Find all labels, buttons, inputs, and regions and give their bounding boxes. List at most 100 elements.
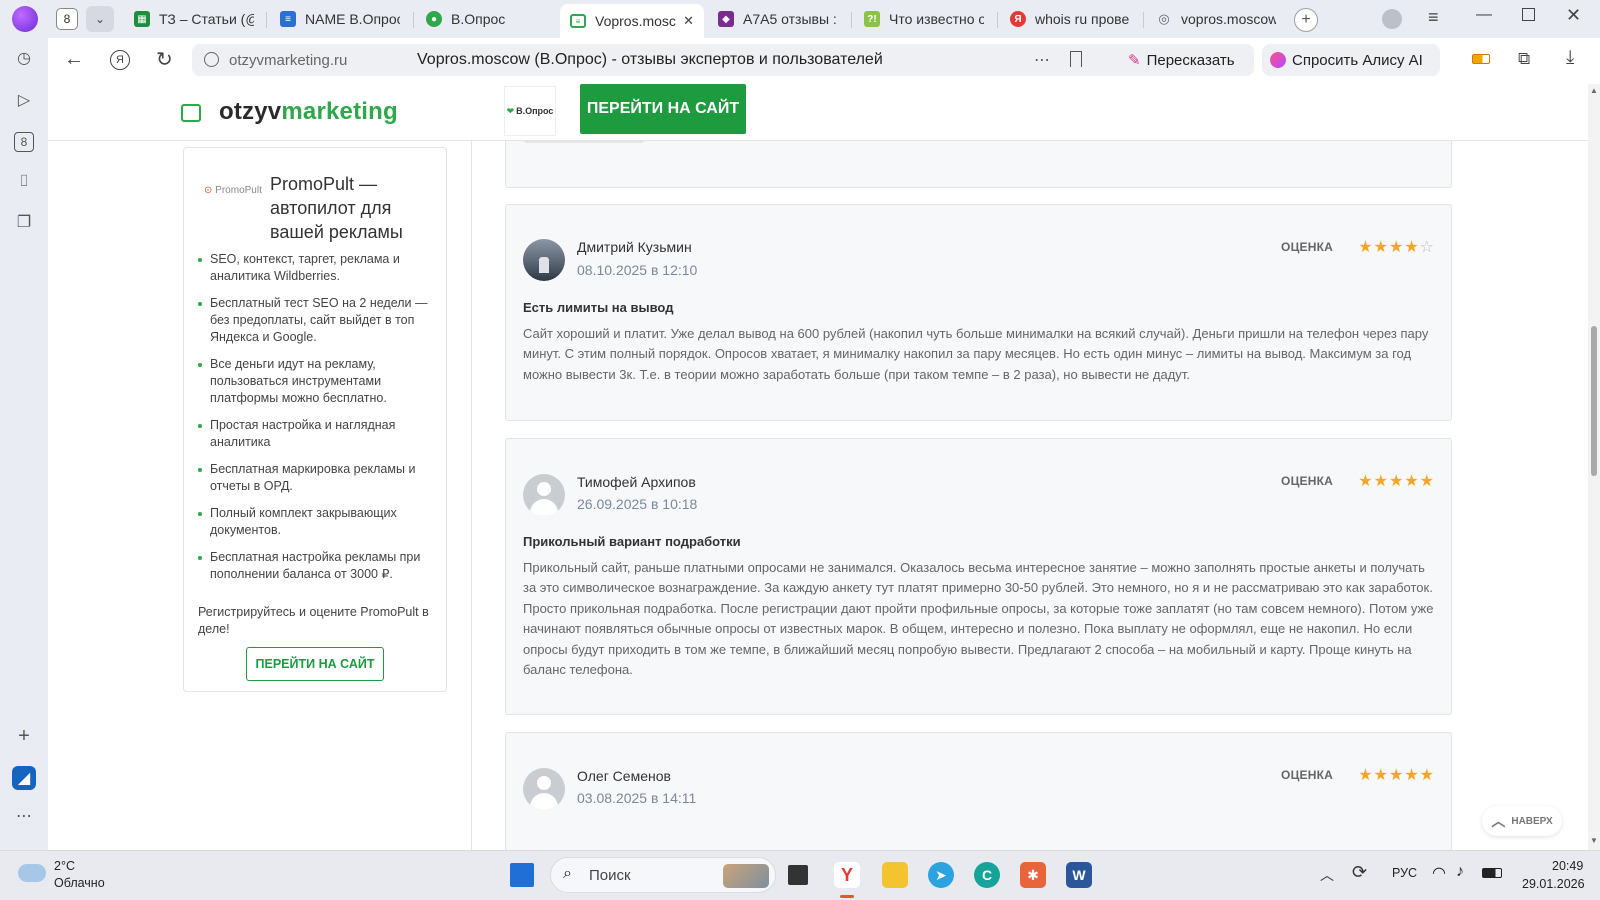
promo-feature: Бесплатная настройка рекламы при пополне…: [198, 549, 438, 583]
review-body: Прикольный сайт, раньше платными опросам…: [523, 560, 1434, 678]
tab-chto-izvestno[interactable]: ?! Что известно о: [864, 6, 984, 32]
telegram-icon[interactable]: ➤: [928, 862, 954, 888]
screenshot-camera-icon[interactable]: ⌷: [14, 172, 34, 192]
review-body: Сайт хороший и платит. Уже делал вывод н…: [523, 326, 1429, 382]
promo-goto-site-button[interactable]: ПЕРЕЙТИ НА САЙТ: [246, 647, 384, 681]
close-tab-icon[interactable]: ✕: [683, 13, 694, 29]
clock-date[interactable]: 29.01.2026: [1522, 877, 1585, 891]
scroll-down-arrow-icon[interactable]: ▼: [1590, 836, 1598, 845]
word-icon[interactable]: W: [1066, 862, 1092, 888]
tab-a7a5[interactable]: ◆ A7A5 отзывы :: [718, 6, 838, 32]
keyboard-language[interactable]: РУС: [1392, 866, 1417, 880]
omnibox[interactable]: otzyvmarketing.ru Vopros.moscow (В.Опрос…: [192, 44, 1128, 76]
promo-feature: Все деньги идут на рекламу, пользоваться…: [198, 356, 438, 407]
tab-list-chevron-icon[interactable]: ⌄: [86, 6, 114, 32]
tab-label: В.Опрос: [451, 11, 506, 27]
avatar: [523, 239, 565, 281]
ask-alice-button[interactable]: Спросить Алису AI: [1262, 44, 1440, 76]
tab-vopros-moscow[interactable]: ◎ vopros.moscow: [1156, 6, 1276, 32]
retell-icon: ✎: [1128, 52, 1141, 69]
tab-vopros-moscow-active[interactable]: ≡ Vopros.mosc ✕: [560, 4, 704, 38]
tab-label: ТЗ – Статьи (@: [159, 11, 254, 27]
site-logo[interactable]: otzyvmarketing: [219, 98, 398, 126]
promo-widget: ⊙ PromoPult PromoPult — автопилот для ва…: [183, 147, 447, 692]
battery-icon[interactable]: [1482, 868, 1502, 878]
promo-feature: Полный комплект закрывающих документов.: [198, 505, 438, 539]
tab-label: NAME В.Опрос: [305, 11, 400, 27]
close-window-icon[interactable]: ✕: [1566, 5, 1581, 26]
alice-icon: [1270, 52, 1286, 68]
tab-name-vopros[interactable]: ≡ NAME В.Опрос: [280, 6, 400, 32]
history-clock-icon[interactable]: ◷: [14, 48, 34, 68]
web-page: otzyvmarketing ❤ В.Опрос ПЕРЕЙТИ НА САЙТ …: [48, 84, 1588, 850]
promo-feature: SEO, контекст, таргет, реклама и аналити…: [198, 251, 438, 285]
bookmark-icon[interactable]: [1070, 51, 1082, 67]
tab-label: Vopros.mosc: [595, 13, 676, 29]
tab-statyi[interactable]: ▦ ТЗ – Статьи (@: [134, 6, 254, 32]
add-panel-plus-icon[interactable]: +: [14, 725, 34, 747]
page-scrollbar[interactable]: ▲ ▼: [1588, 84, 1600, 850]
app-c-icon[interactable]: C: [974, 862, 1000, 888]
app-shortcut-icon[interactable]: ◢: [12, 766, 36, 790]
browser-profile-icon[interactable]: [12, 6, 38, 32]
volume-icon[interactable]: ♪: [1456, 863, 1464, 881]
scrollbar-thumb[interactable]: [1591, 326, 1597, 476]
rating-stars: ★★★★★: [1358, 767, 1435, 784]
chevron-up-icon: ︿: [1491, 813, 1506, 829]
yandex-icon: Я: [1010, 11, 1026, 27]
user-avatar-icon[interactable]: [1382, 9, 1402, 29]
menu-hamburger-icon[interactable]: ≡: [1428, 7, 1439, 28]
yandex-browser-taskbar-icon[interactable]: Y: [834, 862, 860, 888]
minimize-icon[interactable]: —: [1476, 6, 1492, 24]
scroll-up-arrow-icon[interactable]: ▲: [1590, 86, 1598, 95]
sync-icon[interactable]: ⟳: [1352, 862, 1367, 883]
rating-stars: ★★★★☆: [1358, 239, 1435, 256]
tabs-counter-icon[interactable]: 8: [14, 132, 34, 152]
file-explorer-icon[interactable]: [882, 862, 908, 888]
more-options-icon[interactable]: ⋯: [1034, 50, 1050, 70]
weather-temperature: 2°C: [54, 859, 75, 873]
battery-saver-icon[interactable]: [1472, 54, 1490, 64]
promopult-logo-text: PromoPult: [215, 185, 262, 196]
tab-whois[interactable]: Я whois ru провер: [1010, 6, 1130, 32]
restore-icon[interactable]: [1522, 8, 1535, 21]
back-arrow-icon[interactable]: ←: [64, 48, 84, 71]
review-title: Есть лимиты на вывод: [523, 300, 674, 315]
retell-button[interactable]: ✎ Пересказать: [1118, 44, 1254, 76]
sheets-icon: ▦: [134, 11, 150, 27]
translate-icon[interactable]: ⧉: [1518, 49, 1530, 69]
alice-label: Спросить Алису AI: [1292, 51, 1423, 69]
vopros-logo-icon: ❤: [506, 105, 515, 116]
clock-time[interactable]: 20:49: [1552, 859, 1583, 873]
tab-counter-button[interactable]: 8: [56, 8, 78, 30]
weather-cloud-icon[interactable]: [18, 864, 46, 882]
wifi-icon[interactable]: ◠: [1432, 863, 1446, 883]
site-security-icon[interactable]: [204, 52, 219, 67]
reload-icon[interactable]: ↻: [156, 47, 173, 72]
search-highlight-image: [723, 864, 769, 888]
task-view-icon[interactable]: [788, 865, 808, 885]
question-icon: ?!: [864, 11, 880, 27]
scroll-to-top-button[interactable]: ︿ НАВЕРХ: [1482, 806, 1562, 836]
review-date: 26.09.2025 в 10:18: [577, 496, 698, 512]
more-dots-icon[interactable]: ⋯: [14, 806, 34, 826]
app-star-icon[interactable]: ✱: [1020, 862, 1046, 888]
download-icon[interactable]: ⤓: [1566, 47, 1574, 69]
header-goto-site-button[interactable]: ПЕРЕЙТИ НА САЙТ: [580, 84, 746, 134]
rating-label: ОЦЕНКА: [1281, 768, 1333, 782]
review-title: Прикольный вариант подработки: [523, 534, 741, 549]
vopros-icon: ●: [426, 11, 442, 27]
rating-label: ОЦЕНКА: [1281, 474, 1333, 488]
windows-start-icon[interactable]: [510, 863, 534, 887]
tab-label: whois ru провер: [1035, 11, 1130, 27]
tab-vopros[interactable]: ● В.Опрос: [426, 6, 546, 32]
play-video-icon[interactable]: ▷: [14, 90, 34, 110]
yandex-home-icon[interactable]: Я: [110, 50, 130, 70]
collections-icon[interactable]: ❐: [14, 212, 34, 232]
new-tab-plus-icon[interactable]: +: [1294, 8, 1318, 32]
tray-chevron-up-icon[interactable]: ︿: [1320, 865, 1334, 885]
sidebar-divider: [471, 141, 472, 850]
site-logo-icon[interactable]: [181, 104, 201, 122]
address-bar-row: ← Я ↻ otzyvmarketing.ru Vopros.moscow (В…: [48, 38, 1600, 84]
taskbar-search-box[interactable]: ⌕ Поиск: [550, 857, 776, 893]
